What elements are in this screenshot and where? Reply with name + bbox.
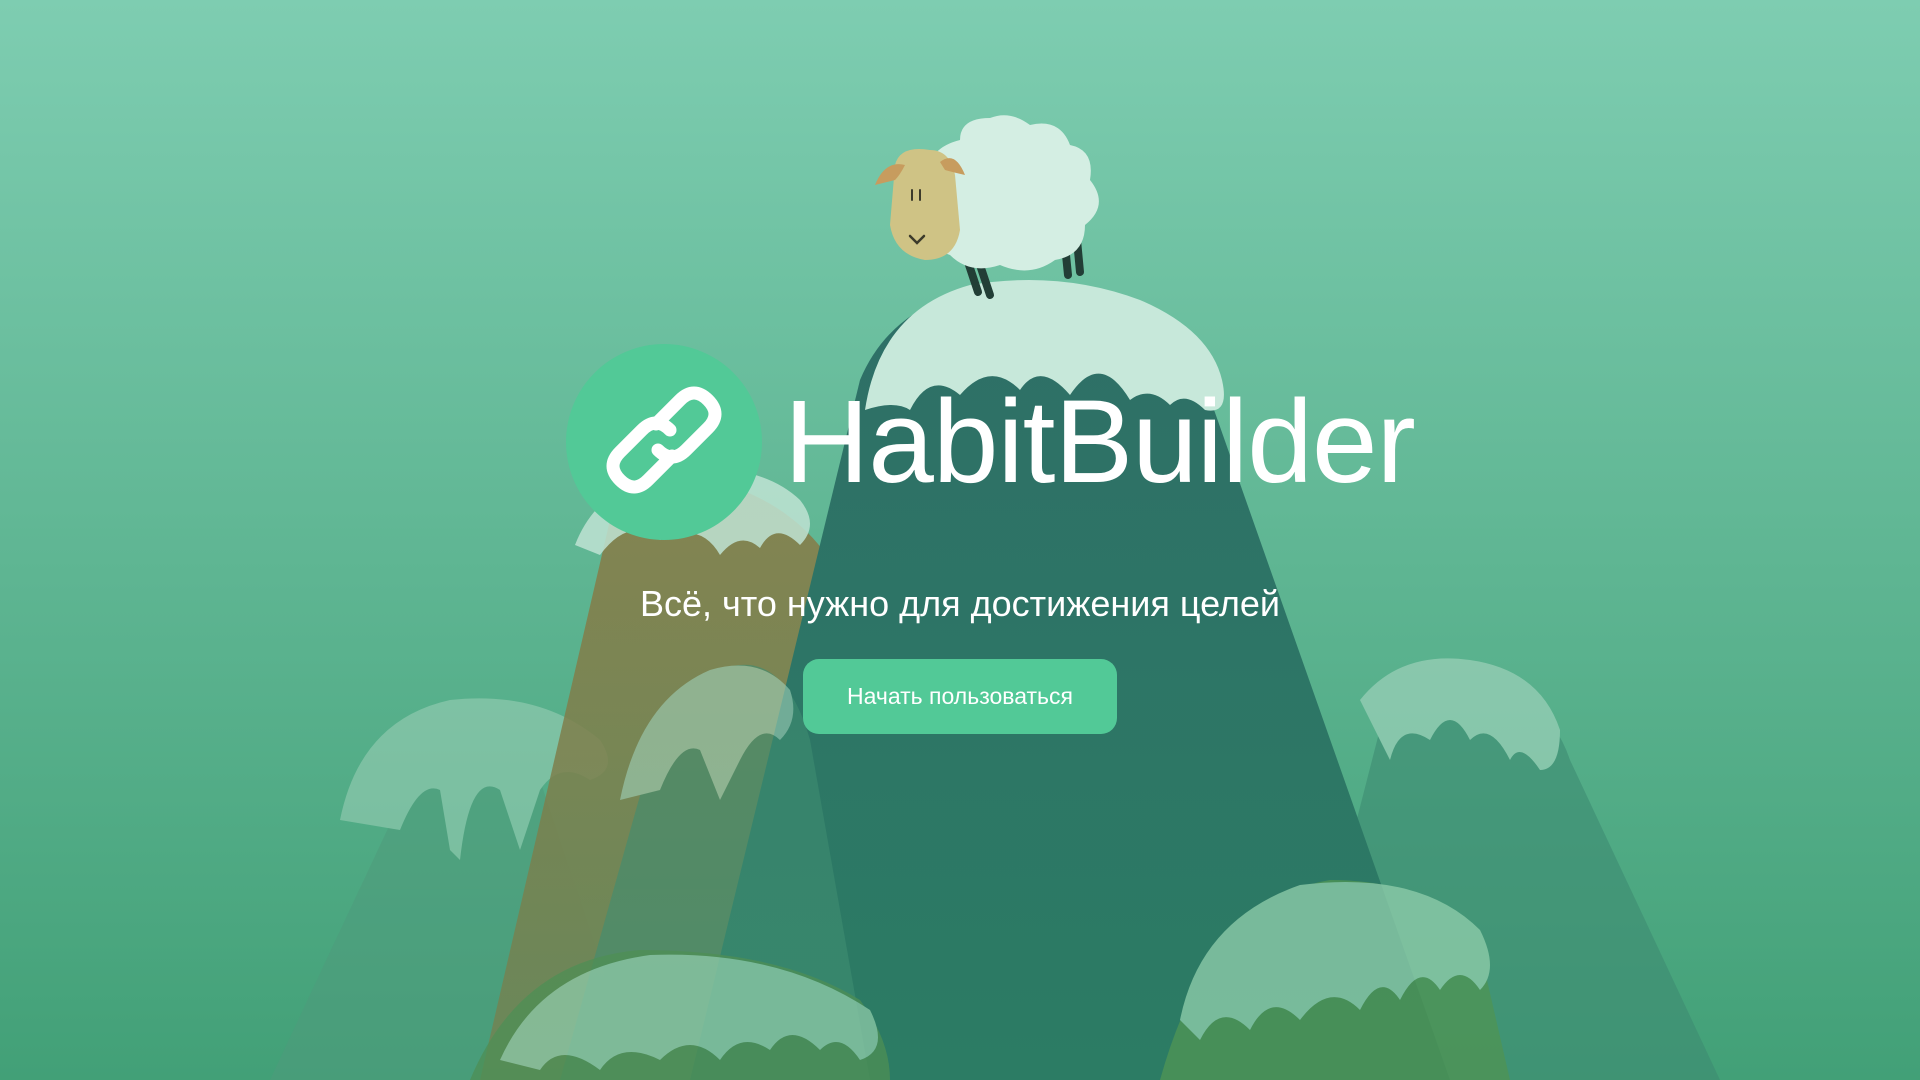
brand-name: HabitBuilder [784,376,1416,508]
link-icon [594,370,734,515]
brand-logo: HabitBuilder [566,344,1416,540]
hero-background [0,0,1920,1080]
hero-tagline: Всё, что нужно для достижения целей [639,583,1281,624]
get-started-button[interactable]: Начать пользоваться [803,659,1117,734]
logo-badge [566,344,762,540]
